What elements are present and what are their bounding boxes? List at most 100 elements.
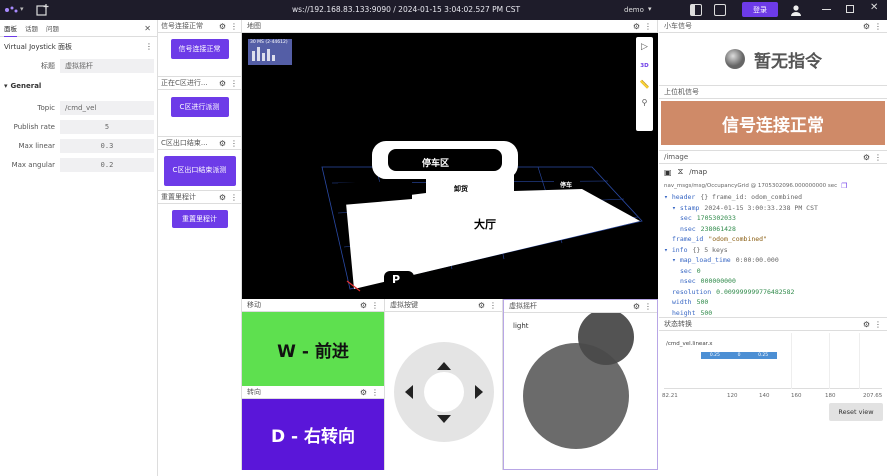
state-transition-panel: 状态转换 ⚙ ⋮ /cmd_vel.linear.x 0.25 0 0.25 82…: [659, 318, 887, 470]
tab-problems[interactable]: 问题: [46, 23, 59, 33]
tree-row[interactable]: ▾ map_load_time 0:00:00.000: [664, 256, 882, 267]
sidebar-right-toggle-icon[interactable]: [714, 4, 726, 16]
topic-input[interactable]: /cmd_vel: [60, 100, 154, 115]
interact-icon[interactable]: ▷: [636, 37, 653, 57]
gear-icon[interactable]: ⚙: [863, 153, 870, 162]
more-icon[interactable]: ⋮: [230, 79, 238, 88]
tree-row[interactable]: resolution 0.009999999776482582: [664, 288, 882, 299]
tree-row[interactable]: ▾ header {} frame_id: odom_combined: [664, 193, 882, 204]
tree-row[interactable]: frame_id "odom_combined": [664, 235, 882, 246]
tree-row[interactable]: ▾ info {} 5 keys: [664, 246, 882, 257]
tree-row[interactable]: ▾ stamp 2024-01-15 3:00:33.238 PM CST: [664, 204, 882, 215]
login-button[interactable]: 登录: [742, 2, 778, 17]
tab-topics[interactable]: 话题: [25, 23, 38, 33]
max-linear-input[interactable]: 0.3: [60, 138, 154, 153]
app-logo-icon[interactable]: [4, 5, 18, 15]
clipboard-icon[interactable]: ▣: [664, 168, 672, 177]
panel-title: 虚拟按键: [390, 301, 418, 309]
more-icon[interactable]: ⋮: [230, 193, 238, 202]
layout-chevron-icon[interactable]: ▾: [648, 5, 652, 13]
maximize-icon[interactable]: [846, 5, 854, 13]
gear-icon[interactable]: ⚙: [633, 302, 640, 311]
publish-rate-label: Publish rate: [13, 122, 55, 131]
close-window-icon[interactable]: ✕: [870, 2, 878, 13]
more-icon[interactable]: ⋮: [489, 301, 497, 310]
close-sidebar-icon[interactable]: ✕: [144, 24, 151, 33]
zone-c-start-button[interactable]: C区进行派测: [170, 97, 229, 117]
tree-value: "odom_combined": [708, 235, 768, 243]
tree-row[interactable]: sec 0: [664, 267, 882, 278]
more-icon[interactable]: ⋮: [874, 22, 882, 31]
zone-c-end-button[interactable]: C区出口结束派测: [163, 156, 236, 186]
gear-icon[interactable]: ⚙: [219, 22, 226, 31]
gear-icon[interactable]: ⚙: [360, 388, 367, 397]
turn-indicator: D - 右转向: [242, 399, 384, 470]
publish-pose-icon[interactable]: ⚲: [636, 93, 653, 111]
more-icon[interactable]: ⋮: [371, 388, 379, 397]
tree-row[interactable]: sec 1705302033: [664, 214, 882, 225]
tree-key: frame_id: [672, 235, 704, 243]
measure-icon[interactable]: 📏: [636, 75, 653, 93]
reset-odometry-button[interactable]: 重置里程计: [171, 210, 228, 228]
move-indicator: W - 前进: [242, 312, 384, 386]
gear-icon[interactable]: ⚙: [219, 79, 226, 88]
gear-icon[interactable]: ⚙: [219, 139, 226, 148]
more-icon[interactable]: ⋮: [371, 301, 379, 310]
button-panel-1: 信号连接正常 ⚙ ⋮ 信号连接正常: [158, 20, 241, 77]
toggle-3d-button[interactable]: 3D: [636, 57, 653, 75]
layout-name[interactable]: demo: [624, 6, 644, 14]
panel-title: 正在C区进行...: [161, 79, 208, 87]
chevron-down-icon[interactable]: ▾: [20, 5, 24, 13]
region-unload-label: 卸货: [454, 185, 468, 193]
car-signal-panel: 小车信号 ⚙ ⋮ 暂无指令: [659, 20, 887, 86]
map-scene: [248, 39, 643, 292]
gear-icon[interactable]: ⚙: [360, 301, 367, 310]
gear-icon[interactable]: ⚙: [633, 22, 640, 31]
panel-title: 信号连接正常: [161, 22, 203, 30]
tree-value: 0: [696, 266, 701, 275]
state-value: 0: [737, 353, 741, 358]
3d-viewport[interactable]: 30 MS (2-44612) 停车区 卸货 大厅 P 停车 ▷ 3D 📏 ⚲: [242, 33, 658, 299]
left-sidebar: 面板 话题 问题 ✕ Virtual Joystick 面板 ⋮ 标题 虚拟摇杆…: [0, 20, 158, 476]
tree-row[interactable]: nsec 238061428: [664, 225, 882, 236]
gear-icon[interactable]: ⚙: [478, 301, 485, 310]
grid-line: [859, 333, 860, 389]
max-angular-input[interactable]: 0.2: [60, 157, 154, 172]
gear-icon[interactable]: ⚙: [863, 22, 870, 31]
tree-row[interactable]: nsec 000000000: [664, 277, 882, 288]
more-icon[interactable]: ⋮: [644, 22, 652, 31]
publish-rate-input[interactable]: 5: [60, 119, 154, 134]
general-section-header[interactable]: General: [11, 82, 42, 90]
panel-menu-icon[interactable]: ⋮: [145, 42, 153, 51]
more-icon[interactable]: ⋮: [874, 320, 882, 329]
tab-panel[interactable]: 面板: [4, 20, 17, 37]
region-p-label: P: [392, 273, 401, 286]
title-input[interactable]: 虚拟摇杆: [60, 58, 154, 73]
tree-key: ▾ map_load_time: [672, 256, 731, 264]
more-icon[interactable]: ⋮: [874, 153, 882, 162]
tree-row[interactable]: width 500: [664, 298, 882, 309]
more-icon[interactable]: ⋮: [230, 22, 238, 31]
x-tick-label: 180: [825, 393, 836, 399]
add-connection-icon[interactable]: [36, 3, 50, 17]
topic-path[interactable]: /map: [689, 168, 707, 176]
panel-title: 地图: [247, 22, 261, 30]
filter-icon[interactable]: ⧖: [678, 167, 684, 177]
more-icon[interactable]: ⋮: [230, 139, 238, 148]
gear-icon[interactable]: ⚙: [863, 320, 870, 329]
button-panel-4: 重置里程计 ⚙ ⋮ 重置里程计: [158, 191, 241, 241]
signal-ok-button[interactable]: 信号连接正常: [170, 39, 229, 59]
gear-icon[interactable]: ⚙: [219, 193, 226, 202]
joystick-pad[interactable]: [504, 313, 657, 470]
sidebar-left-toggle-icon[interactable]: [690, 4, 702, 16]
reset-view-button[interactable]: Reset view: [829, 403, 883, 421]
copy-icon[interactable]: ❐: [841, 182, 847, 190]
minimize-icon[interactable]: [822, 9, 831, 11]
tree-value: {} frame_id: odom_combined: [700, 193, 803, 201]
user-avatar-icon[interactable]: [790, 4, 802, 16]
panel-title: 转向: [247, 388, 261, 396]
chevron-down-icon[interactable]: ▾: [4, 82, 8, 90]
car-signal-text: 暂无指令: [754, 51, 822, 72]
status-light-icon: [725, 49, 745, 69]
more-icon[interactable]: ⋮: [644, 302, 652, 311]
